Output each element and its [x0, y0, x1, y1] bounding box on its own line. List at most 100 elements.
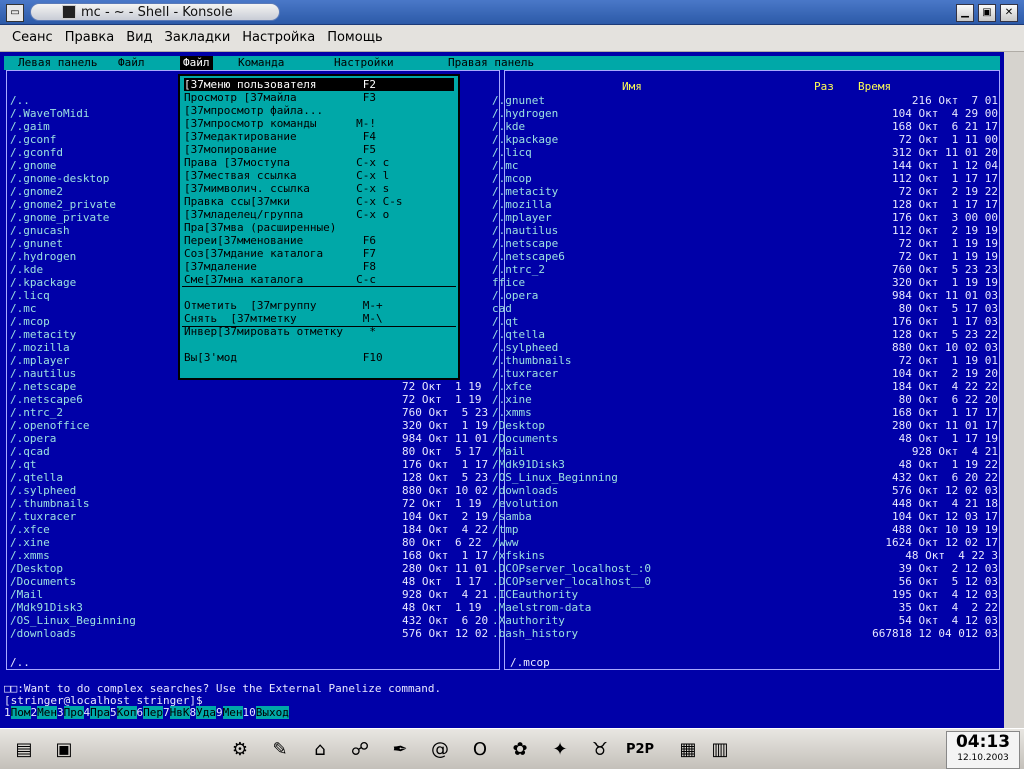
file-menu-item[interactable]: Сме[37мна каталога C-c — [184, 273, 454, 286]
file-menu-item[interactable]: [37мопирование F5 — [184, 143, 454, 156]
left-file-item[interactable]: /.xine — [10, 536, 50, 549]
right-file-item[interactable]: /.tuxracer — [492, 367, 558, 380]
left-file-item[interactable]: /Documents — [10, 575, 76, 588]
right-file-item[interactable]: /.mc — [492, 159, 519, 172]
right-file-item[interactable]: /.netscape6 — [492, 250, 565, 263]
right-file-item[interactable]: /.kpackage — [492, 133, 558, 146]
konsole-task-icon[interactable]: ▣ — [48, 733, 80, 765]
right-file-item[interactable]: /.gnunet — [492, 94, 545, 107]
right-file-item[interactable]: /evolution — [492, 497, 558, 510]
file-menu-item[interactable]: Переи[37мменование F6 — [184, 234, 454, 247]
home-icon[interactable]: ⌂ — [304, 733, 336, 765]
mc-left-panel-menu[interactable]: Левая панель — [18, 56, 97, 70]
left-file-item[interactable]: /.gaim — [10, 120, 50, 133]
konsole-icon[interactable]: ▭ — [6, 4, 24, 22]
fkey-label[interactable]: Пра — [90, 706, 110, 719]
left-file-item[interactable]: /.netscape6 — [10, 393, 83, 406]
right-file-item[interactable]: /.netscape — [492, 237, 558, 250]
left-file-item[interactable]: /.qcad — [10, 445, 50, 458]
file-menu-item[interactable]: Пра[37мва (расширенные) — [184, 221, 454, 234]
menu-3[interactable]: Закладки — [153, 25, 231, 51]
terminal[interactable]: Левая панель Файл Файл Команда Настройки… — [0, 52, 1024, 728]
calendar-icon[interactable]: ▥ — [704, 733, 736, 765]
fkey-label[interactable]: Пом — [10, 706, 31, 719]
p2p-icon[interactable]: P2P — [624, 733, 656, 765]
right-file-item[interactable]: /.qtella — [492, 328, 545, 341]
right-file-item[interactable]: .DCOPserver_localhost__0 — [492, 575, 651, 588]
left-file-item[interactable]: /downloads — [10, 627, 76, 640]
menu-2[interactable]: Вид — [114, 25, 152, 51]
left-file-item[interactable]: /.kpackage — [10, 276, 76, 289]
fkey-label[interactable]: Мен — [222, 706, 243, 719]
fkey-label[interactable]: Коп — [116, 706, 137, 719]
right-file-item[interactable]: .bash_history — [492, 627, 578, 640]
k-menu-icon[interactable]: ⚙ — [224, 733, 256, 765]
right-file-item[interactable]: /.hydrogen — [492, 107, 558, 120]
left-file-item[interactable]: /Mail — [10, 588, 43, 601]
left-file-item[interactable]: /.mozilla — [10, 341, 70, 354]
close-button[interactable]: ✕ — [1000, 4, 1018, 22]
right-file-item[interactable]: .Xauthority — [492, 614, 565, 627]
right-file-item[interactable]: /.mcop — [492, 172, 532, 185]
left-file-item[interactable]: /.gconfd — [10, 146, 63, 159]
left-file-item[interactable]: /.openoffice — [10, 419, 89, 432]
left-file-item[interactable]: /.gnucash — [10, 224, 70, 237]
file-menu-item[interactable]: Права [37моступа C-x c — [184, 156, 454, 169]
left-file-item[interactable]: /.gnome_private — [10, 211, 109, 224]
scrollbar[interactable] — [1004, 52, 1024, 728]
file-menu-item[interactable]: Правка ссы[37мки C-x C-s — [184, 195, 454, 208]
right-file-item[interactable]: /downloads — [492, 484, 558, 497]
right-file-item[interactable]: /Desktop — [492, 419, 545, 432]
right-header-size[interactable]: Раз — [814, 80, 834, 93]
left-file-item[interactable]: /Mdk91Disk3 — [10, 601, 83, 614]
right-file-item[interactable]: ffice — [492, 276, 525, 289]
opera-icon[interactable]: O — [464, 733, 496, 765]
right-file-item[interactable]: cad — [492, 302, 512, 315]
file-menu-item[interactable]: Вы[3'мод F10 — [184, 351, 454, 364]
file-menu-item[interactable]: Соз[37мдание каталога F7 — [184, 247, 454, 260]
right-file-item[interactable]: /.nautilus — [492, 224, 558, 237]
left-file-item[interactable]: /.qt — [10, 458, 37, 471]
network-icon[interactable]: ☍ — [344, 733, 376, 765]
file-menu-item[interactable]: Просмотр [37майла F3 — [184, 91, 454, 104]
file-menu-item[interactable]: [37мпросмотр файла... — [184, 104, 454, 117]
right-file-item[interactable]: .Maelstrom-data — [492, 601, 591, 614]
left-file-item[interactable]: /OS_Linux_Beginning — [10, 614, 136, 627]
right-file-item[interactable]: /Mdk91Disk3 — [492, 458, 565, 471]
fkey-label[interactable]: Мен — [37, 706, 57, 719]
right-file-item[interactable]: /.kde — [492, 120, 525, 133]
menu-5[interactable]: Помощь — [315, 25, 382, 51]
right-file-item[interactable]: /.sylpheed — [492, 341, 558, 354]
fkey-label[interactable]: Про — [63, 706, 84, 719]
maximize-button[interactable]: ▣ — [978, 4, 996, 22]
left-file-item[interactable]: /Desktop — [10, 562, 63, 575]
left-file-item[interactable]: /.gnome — [10, 159, 56, 172]
fkey-label[interactable]: НвК — [169, 706, 190, 719]
right-file-item[interactable]: /tmp — [492, 523, 519, 536]
mc-file-menu[interactable]: Файл — [118, 56, 145, 70]
left-file-item[interactable]: /.thumbnails — [10, 497, 89, 510]
right-file-item[interactable]: .DCOPserver_localhost_:0 — [492, 562, 651, 575]
galaxy-icon[interactable]: ✦ — [544, 733, 576, 765]
left-file-item[interactable]: /.. — [10, 94, 30, 107]
right-header-time[interactable]: Время — [858, 80, 891, 93]
show-desktop-icon[interactable]: ▤ — [8, 733, 40, 765]
left-file-item[interactable]: /.xfce — [10, 523, 50, 536]
left-file-item[interactable]: /.ntrc_2 — [10, 406, 63, 419]
file-menu-item[interactable]: [37мдаление F8 — [184, 260, 454, 273]
right-file-item[interactable]: /.opera — [492, 289, 538, 302]
clock[interactable]: 04:13 12.10.2003 — [946, 731, 1020, 769]
left-file-item[interactable]: /.tuxracer — [10, 510, 76, 523]
left-file-item[interactable]: /.kde — [10, 263, 43, 276]
right-file-item[interactable]: /.licq — [492, 146, 532, 159]
fkey-label[interactable]: Выход — [255, 706, 289, 719]
left-file-item[interactable]: /.mplayer — [10, 354, 70, 367]
left-file-item[interactable]: /.gnome2_private — [10, 198, 116, 211]
right-file-item[interactable]: /.qt — [492, 315, 519, 328]
right-file-item[interactable]: /Documents — [492, 432, 558, 445]
right-file-item[interactable]: /www — [492, 536, 519, 549]
minimize-button[interactable]: ▁ — [956, 4, 974, 22]
left-file-item[interactable]: /.mc — [10, 302, 37, 315]
right-file-item[interactable]: /.ntrc_2 — [492, 263, 545, 276]
file-menu-item[interactable]: Отметить [37мгруппу M-+ — [184, 299, 454, 312]
